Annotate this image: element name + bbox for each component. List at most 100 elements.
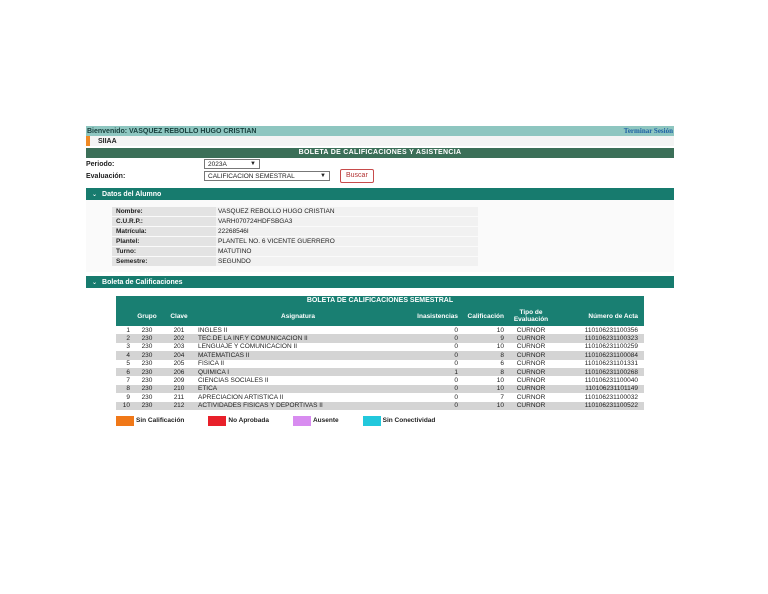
legend-swatch <box>292 415 311 426</box>
table-cell: 10 <box>122 402 130 410</box>
table-cell: 230 <box>141 326 153 334</box>
table-cell: 110106231100522 <box>584 402 638 410</box>
table-cell: 6 <box>500 360 504 368</box>
legend-item: Sin Conectividad <box>362 415 435 426</box>
periodo-value: 2023A <box>208 160 227 168</box>
legend-label: Ausente <box>312 417 339 425</box>
table-row: 5 230 205 FISICA II 0 6 CURNOR 110106231101331 <box>116 359 644 368</box>
table-cell: 0 <box>454 326 458 334</box>
legend-item: Ausente <box>292 415 339 426</box>
table-cell: TEC.DE LA INF.Y COMUNICACION II <box>198 335 308 343</box>
table-cell: 4 <box>126 351 130 359</box>
table-cell: 7 <box>126 377 130 385</box>
table-cell: 110106231100259 <box>584 343 638 351</box>
evaluacion-value: CALIFICACION SEMESTRAL <box>208 172 295 180</box>
table-cell: 210 <box>173 385 185 393</box>
legend: Sin Calificación No Aprobada Ausente Sin Co… <box>116 415 674 426</box>
table-cell: 0 <box>454 377 458 385</box>
column-header: Número de Acta <box>588 312 638 320</box>
legend-item: Sin Calificación <box>116 415 185 426</box>
table-cell: CURNOR <box>516 393 546 401</box>
table-cell: 230 <box>141 335 153 343</box>
table-row: 7 230 209 CIENCIAS SOCIALES II 0 10 CURNOR 1101… <box>116 376 644 385</box>
table-cell: INGLES II <box>198 326 228 334</box>
table-cell: CURNOR <box>516 351 546 359</box>
table-cell: 1 <box>126 326 130 334</box>
table-cell: 0 <box>454 402 458 410</box>
table-cell: 110106231101331 <box>584 360 638 368</box>
search-button[interactable]: Buscar <box>340 169 374 183</box>
table-cell: 0 <box>454 393 458 401</box>
table-cell: FISICA II <box>198 360 225 368</box>
table-cell: CURNOR <box>516 402 546 410</box>
periodo-row: Periodo: 2023A ▼ <box>86 158 674 170</box>
periodo-label: Periodo: <box>86 160 115 168</box>
table-cell: 8 <box>500 351 504 359</box>
chevron-down-icon: ▼ <box>320 173 326 179</box>
legend-label: No Aprobada <box>228 417 269 425</box>
student-field-label: C.U.R.P.: <box>112 216 216 226</box>
table-cell: 9 <box>126 393 130 401</box>
column-header: Tipo de Evaluación <box>513 309 549 323</box>
column-header: Grupo <box>137 312 157 320</box>
system-name[interactable]: SIIAA <box>98 138 117 145</box>
student-field-row: Nombre: VASQUEZ REBOLLO HUGO CRISTIAN <box>112 206 674 216</box>
student-field-row: Matrícula: 22268546I <box>112 226 674 236</box>
evaluacion-select[interactable]: CALIFICACION SEMESTRAL ▼ <box>204 171 330 181</box>
table-cell: 6 <box>126 368 130 376</box>
table-cell: 9 <box>500 335 504 343</box>
logout-link[interactable]: Terminar Sesión <box>624 127 673 135</box>
table-cell: 0 <box>454 385 458 393</box>
column-header: Clave <box>170 312 188 320</box>
grades-section-title: Boleta de Calificaciones <box>102 278 183 286</box>
student-field-value: 22268546I <box>216 226 478 236</box>
student-section-title: Datos del Alumno <box>102 190 162 198</box>
table-row: 1 230 201 INGLES II 0 10 CURNOR 110106231100356 <box>116 326 644 335</box>
table-cell: 5 <box>126 360 130 368</box>
grades-table: BOLETA DE CALIFICACIONES SEMESTRAL Grupo… <box>116 296 644 410</box>
table-cell: 230 <box>141 393 153 401</box>
page-title: BOLETA DE CALIFICACIONES Y ASISTENCIA <box>86 148 674 158</box>
table-row: 4 230 204 MATEMATICAS II 0 8 CURNOR 11010623110… <box>116 351 644 360</box>
table-cell: MATEMATICAS II <box>198 351 250 359</box>
legend-label: Sin Calificación <box>136 417 185 425</box>
table-cell: 0 <box>454 335 458 343</box>
table-cell: 8 <box>500 368 504 376</box>
table-cell: 10 <box>496 343 504 351</box>
table-cell: 7 <box>500 393 504 401</box>
welcome-text: Bienvenido: VASQUEZ REBOLLO HUGO CRISTIA… <box>87 127 257 135</box>
collapse-icon: ⌄ <box>92 279 98 286</box>
student-field-label: Nombre: <box>112 206 216 216</box>
table-cell: 212 <box>173 402 185 410</box>
table-cell: 0 <box>454 351 458 359</box>
table-cell: 230 <box>141 377 153 385</box>
table-cell: CURNOR <box>516 326 546 334</box>
table-row: 8 230 210 ETICA 0 10 CURNOR 110106231101149 <box>116 384 644 394</box>
table-row: 10 230 212 ACTIVIDADES FISICAS Y DEPORTIVAS… <box>116 401 644 410</box>
table-cell: 2 <box>126 335 130 343</box>
grades-section-header[interactable]: ⌄ Boleta de Calificaciones <box>86 276 674 288</box>
nav-marker <box>86 136 90 146</box>
table-cell: 110106231101149 <box>585 385 638 393</box>
legend-swatch <box>362 415 381 426</box>
table-cell: CURNOR <box>516 377 546 385</box>
student-field-label: Semestre: <box>112 256 216 266</box>
app-container: Bienvenido: VASQUEZ REBOLLO HUGO CRISTIA… <box>86 126 674 426</box>
system-nav: SIIAA <box>86 136 674 146</box>
student-field-row: Turno: MATUTINO <box>112 246 674 256</box>
student-field-label: Matrícula: <box>112 226 216 236</box>
table-cell: 3 <box>126 343 130 351</box>
table-cell: 1 <box>454 368 458 376</box>
table-cell: 206 <box>173 368 185 376</box>
table-cell: 202 <box>173 335 185 343</box>
chevron-down-icon: ▼ <box>250 161 256 167</box>
table-cell: CURNOR <box>516 335 546 343</box>
periodo-select[interactable]: 2023A ▼ <box>204 159 260 169</box>
student-field-label: Turno: <box>112 246 216 256</box>
table-cell: 0 <box>454 343 458 351</box>
student-section-header[interactable]: ⌄ Datos del Alumno <box>86 188 674 200</box>
student-field-value: SEGUNDO <box>216 256 478 266</box>
table-cell: CURNOR <box>516 368 546 376</box>
grades-table-body: 1 230 201 INGLES II 0 10 CURNOR 110106231100356… <box>116 326 644 410</box>
table-cell: 10 <box>496 377 504 385</box>
